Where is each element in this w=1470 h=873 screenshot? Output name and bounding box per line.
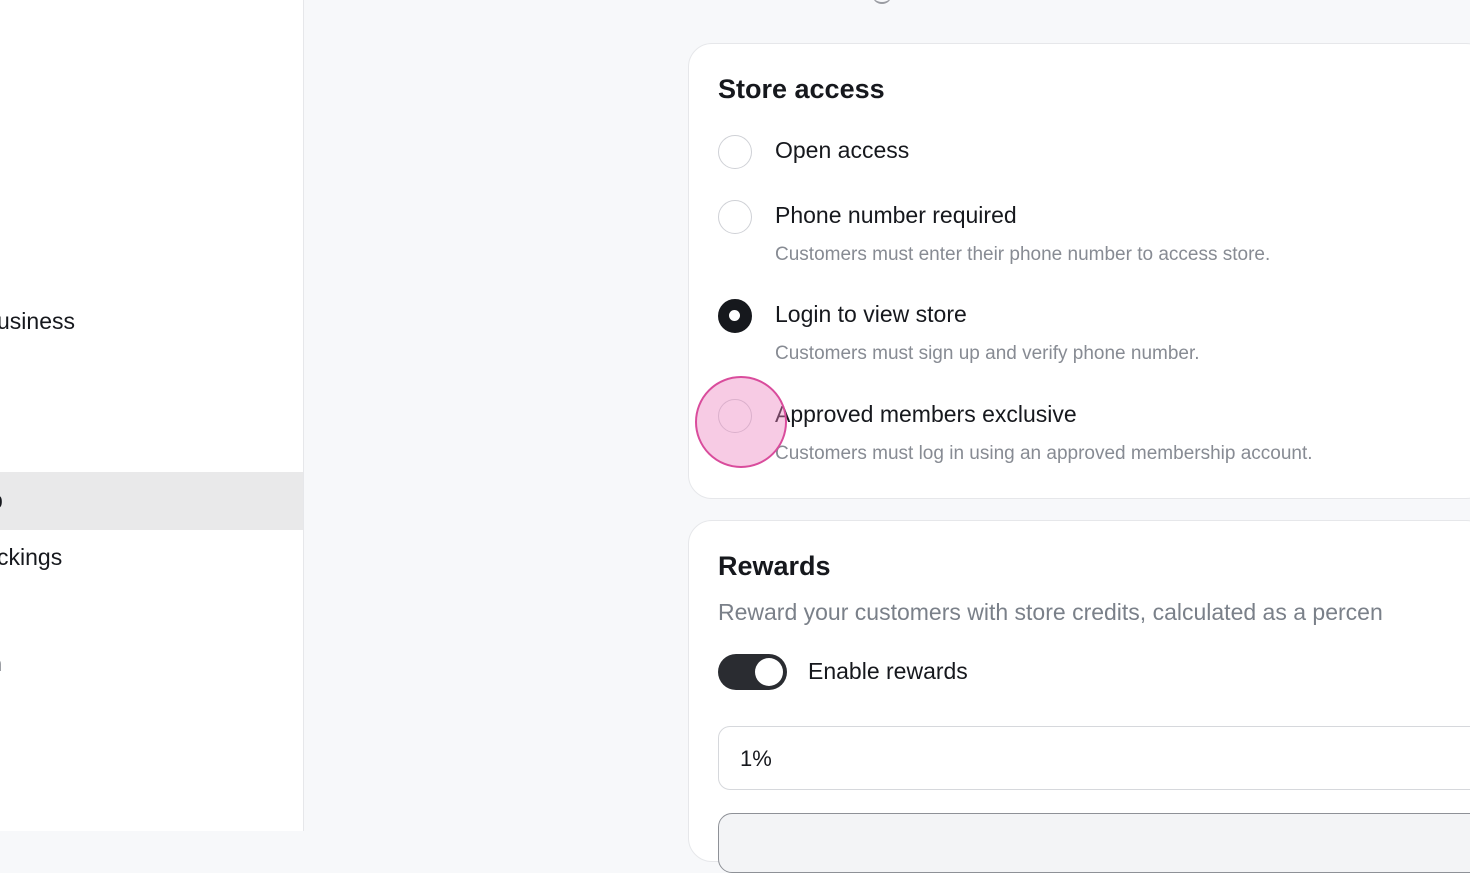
sidebar-item-label: usiness xyxy=(0,308,75,334)
toggle-knob xyxy=(755,658,783,686)
rewards-percent-value: 1% xyxy=(740,746,772,771)
enable-rewards-label: Enable rewards xyxy=(808,658,968,684)
rewards-card: Rewards Reward your customers with store… xyxy=(688,520,1470,873)
radio-description: Customers must sign up and verify phone … xyxy=(775,343,1200,364)
radio-label: Open access xyxy=(775,137,910,163)
store-access-card: Store access Open access Phone number re… xyxy=(688,43,1470,499)
rewards-title: Rewards xyxy=(718,551,831,581)
cropped-heading-fragment xyxy=(872,0,892,4)
sidebar-item-active[interactable]: p xyxy=(0,472,303,530)
sidebar-item-label: ckings xyxy=(0,544,63,570)
radio-description: Customers must log in using an approved … xyxy=(775,443,1313,464)
sidebar-item-business[interactable]: usiness xyxy=(0,308,303,344)
enable-rewards-toggle[interactable] xyxy=(718,654,787,690)
radio-button[interactable] xyxy=(718,135,752,169)
rewards-secondary-field[interactable] xyxy=(718,813,1470,873)
sidebar-subitem[interactable]: n xyxy=(0,654,303,682)
radio-label: Login to view store xyxy=(775,301,967,327)
radio-description: Customers must enter their phone number … xyxy=(775,244,1271,265)
radio-button[interactable] xyxy=(718,399,752,433)
sidebar-item-label: n xyxy=(0,654,2,677)
sidebar-item-label: p xyxy=(0,487,3,514)
rewards-percent-input[interactable]: 1% xyxy=(718,726,1470,790)
radio-button[interactable] xyxy=(718,200,752,234)
radio-label: Phone number required xyxy=(775,202,1017,228)
rewards-description: Reward your customers with store credits… xyxy=(718,599,1383,625)
sidebar-item-stockings[interactable]: ckings xyxy=(0,544,303,580)
radio-button-selected[interactable] xyxy=(718,299,752,333)
sidebar: usiness p ckings n xyxy=(0,0,304,831)
radio-label: Approved members exclusive xyxy=(775,401,1077,427)
store-access-title: Store access xyxy=(718,74,885,104)
